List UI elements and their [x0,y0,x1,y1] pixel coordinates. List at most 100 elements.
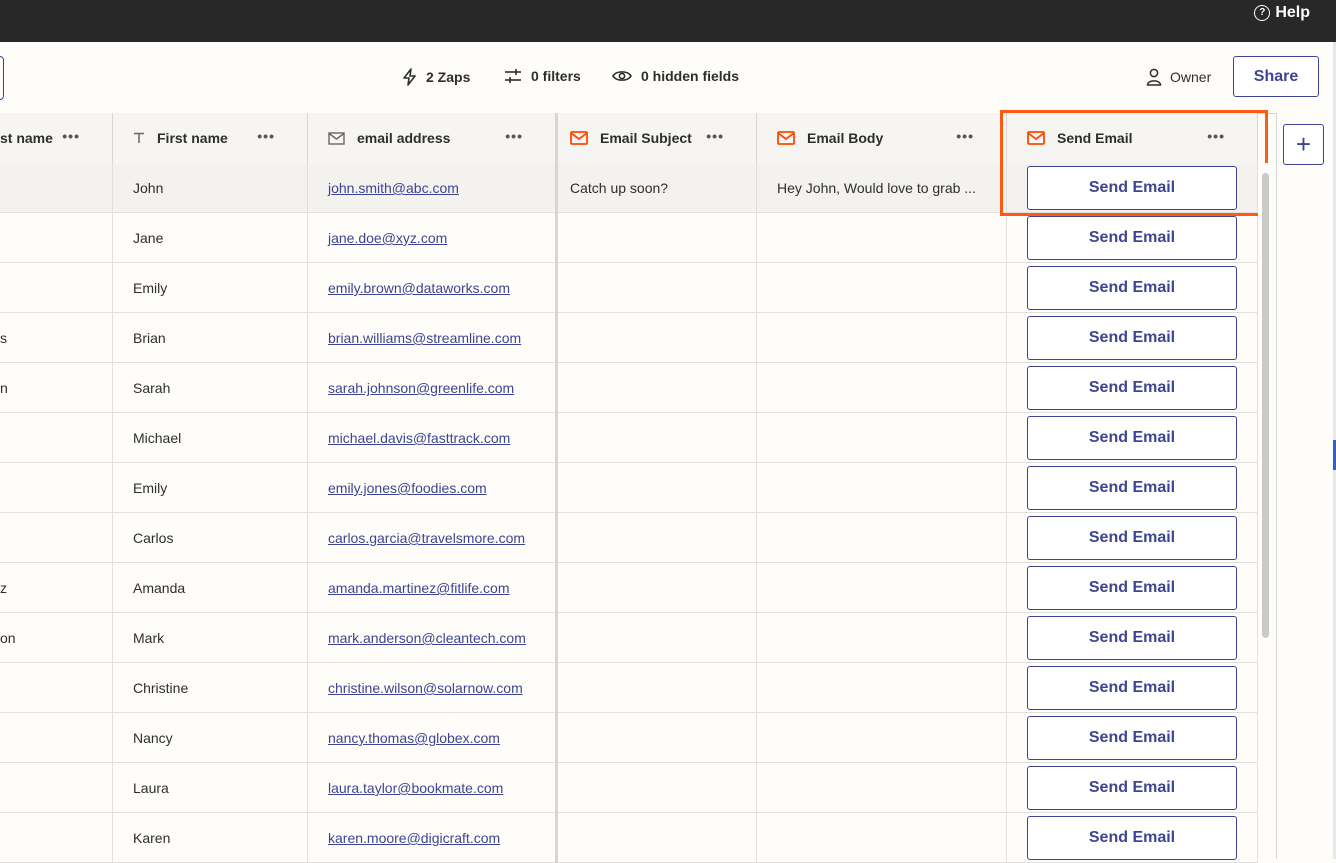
first-name-cell[interactable]: Brian [113,313,308,363]
last-name-cell[interactable] [0,413,113,463]
more-options-icon[interactable]: ••• [956,129,974,143]
last-name-cell[interactable] [0,713,113,763]
email-body-cell[interactable] [757,363,1007,413]
first-name-cell[interactable]: Sarah [113,363,308,413]
email-subject-cell[interactable] [558,263,757,313]
first-name-cell[interactable]: Emily [113,263,308,313]
email-subject-cell[interactable] [558,513,757,563]
hidden-fields-button[interactable]: 0 hidden fields [612,68,739,84]
email-body-cell[interactable] [757,313,1007,363]
email-body-cell[interactable] [757,613,1007,663]
email-subject-cell[interactable]: Catch up soon? [558,163,757,213]
email-subject-cell[interactable] [558,213,757,263]
email-address-cell[interactable]: john.smith@abc.com [308,163,558,213]
email-address-cell-link[interactable]: john.smith@abc.com [328,180,459,196]
last-name-cell[interactable] [0,763,113,813]
send-email-button[interactable]: Send Email [1027,266,1237,310]
email-address-cell[interactable]: carlos.garcia@travelsmore.com [308,513,558,563]
column-header-email-address[interactable]: email address ••• [308,113,558,163]
send-email-button[interactable]: Send Email [1027,316,1237,360]
last-name-cell[interactable] [0,663,113,713]
add-column-button[interactable]: + [1283,124,1324,165]
email-subject-cell[interactable] [558,463,757,513]
more-options-icon[interactable]: ••• [257,129,275,143]
last-name-cell[interactable] [0,513,113,563]
email-address-cell-link[interactable]: karen.moore@digicraft.com [328,830,500,846]
email-address-cell-link[interactable]: emily.brown@dataworks.com [328,280,510,296]
column-header-email-body[interactable]: Email Body ••• [757,113,1007,163]
last-name-cell[interactable] [0,263,113,313]
email-address-cell-link[interactable]: amanda.martinez@fitlife.com [328,580,510,596]
vertical-scrollbar[interactable] [1258,163,1276,859]
email-body-cell[interactable] [757,713,1007,763]
first-name-cell[interactable]: Carlos [113,513,308,563]
send-email-button[interactable]: Send Email [1027,466,1237,510]
email-address-cell[interactable]: mark.anderson@cleantech.com [308,613,558,663]
email-address-cell-link[interactable]: carlos.garcia@travelsmore.com [328,530,525,546]
column-header-last-name[interactable]: st name ••• [0,113,113,163]
column-header-first-name[interactable]: First name ••• [113,113,308,163]
first-name-cell[interactable]: Christine [113,663,308,713]
email-subject-cell[interactable] [558,663,757,713]
last-name-cell[interactable] [0,163,113,213]
send-email-button[interactable]: Send Email [1027,366,1237,410]
email-subject-cell[interactable] [558,813,757,863]
email-address-cell-link[interactable]: nancy.thomas@globex.com [328,730,500,746]
send-email-button[interactable]: Send Email [1027,516,1237,560]
email-address-cell[interactable]: michael.davis@fasttrack.com [308,413,558,463]
email-body-cell[interactable] [757,213,1007,263]
email-subject-cell[interactable] [558,713,757,763]
first-name-cell[interactable]: Michael [113,413,308,463]
send-email-button[interactable]: Send Email [1027,616,1237,660]
email-address-cell[interactable]: jane.doe@xyz.com [308,213,558,263]
last-name-cell[interactable] [0,463,113,513]
email-body-cell[interactable] [757,763,1007,813]
email-address-cell-link[interactable]: mark.anderson@cleantech.com [328,630,526,646]
email-subject-cell[interactable] [558,413,757,463]
email-body-cell[interactable]: Hey John, Would love to grab ... [757,163,1007,213]
last-name-cell[interactable] [0,213,113,263]
email-address-cell[interactable]: karen.moore@digicraft.com [308,813,558,863]
last-name-cell[interactable]: z [0,563,113,613]
email-address-cell[interactable]: amanda.martinez@fitlife.com [308,563,558,613]
first-name-cell[interactable]: Nancy [113,713,308,763]
email-body-cell[interactable] [757,413,1007,463]
email-address-cell-link[interactable]: laura.taylor@bookmate.com [328,780,503,796]
email-address-cell[interactable]: laura.taylor@bookmate.com [308,763,558,813]
email-address-cell[interactable]: emily.jones@foodies.com [308,463,558,513]
filters-button[interactable]: 0 filters [504,68,581,84]
send-email-button[interactable]: Send Email [1027,566,1237,610]
email-body-cell[interactable] [757,663,1007,713]
email-address-cell[interactable]: nancy.thomas@globex.com [308,713,558,763]
email-subject-cell[interactable] [558,763,757,813]
first-name-cell[interactable]: Mark [113,613,308,663]
share-button[interactable]: Share [1233,56,1319,97]
first-name-cell[interactable]: Amanda [113,563,308,613]
send-email-button[interactable]: Send Email [1027,216,1237,260]
email-address-cell[interactable]: brian.williams@streamline.com [308,313,558,363]
last-name-cell[interactable]: on [0,613,113,663]
email-address-cell-link[interactable]: brian.williams@streamline.com [328,330,521,346]
email-address-cell-link[interactable]: emily.jones@foodies.com [328,480,487,496]
send-email-button[interactable]: Send Email [1027,416,1237,460]
email-address-cell[interactable]: sarah.johnson@greenlife.com [308,363,558,413]
email-subject-cell[interactable] [558,613,757,663]
email-address-cell[interactable]: christine.wilson@solarnow.com [308,663,558,713]
column-header-email-subject[interactable]: Email Subject ••• [558,113,757,163]
email-address-cell-link[interactable]: christine.wilson@solarnow.com [328,680,523,696]
email-address-cell-link[interactable]: michael.davis@fasttrack.com [328,430,510,446]
toolbar-left-button[interactable] [0,56,4,100]
first-name-cell[interactable]: Karen [113,813,308,863]
email-subject-cell[interactable] [558,363,757,413]
email-body-cell[interactable] [757,813,1007,863]
more-options-icon[interactable]: ••• [1207,129,1225,143]
zaps-button[interactable]: 2 Zaps [403,68,470,86]
email-body-cell[interactable] [757,563,1007,613]
last-name-cell[interactable]: s [0,313,113,363]
send-email-button[interactable]: Send Email [1027,166,1237,210]
email-address-cell-link[interactable]: jane.doe@xyz.com [328,230,447,246]
send-email-button[interactable]: Send Email [1027,766,1237,810]
send-email-button[interactable]: Send Email [1027,816,1237,860]
last-name-cell[interactable] [0,813,113,863]
more-options-icon[interactable]: ••• [505,129,523,143]
